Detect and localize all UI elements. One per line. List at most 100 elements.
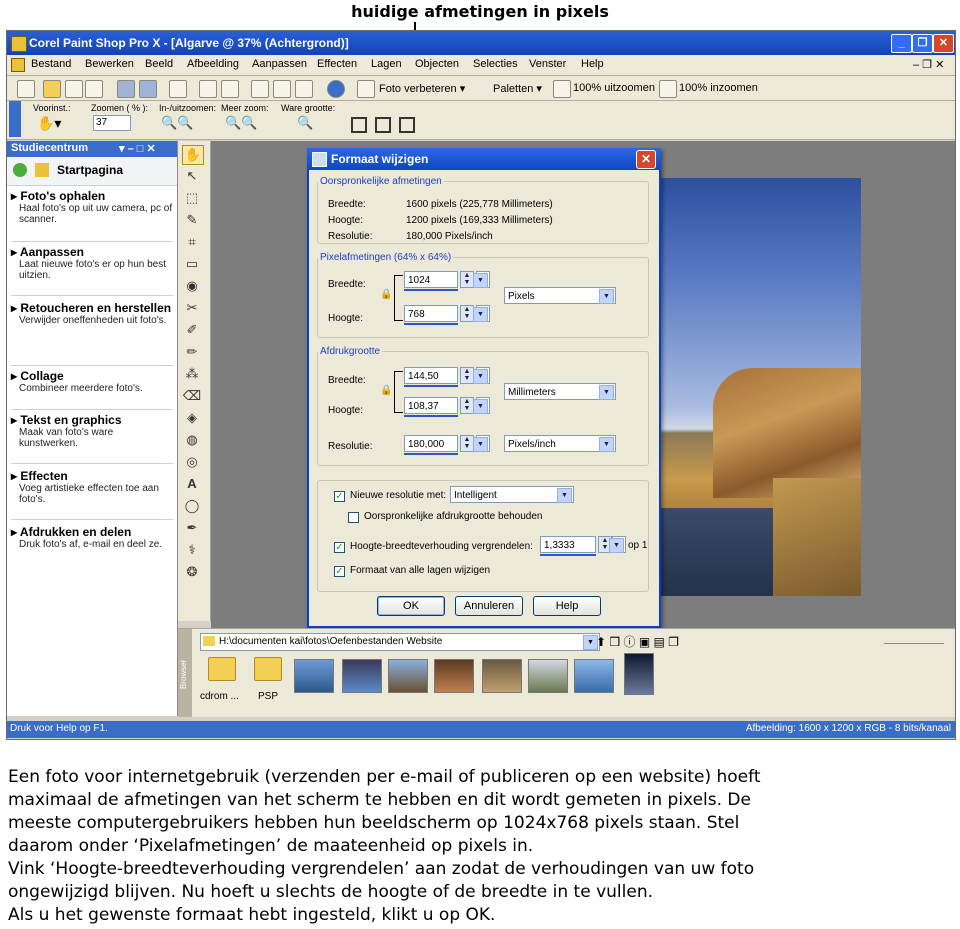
dropper-tool-icon[interactable]: ✎ [182, 211, 202, 229]
warp-tool-icon[interactable]: ⚕ [182, 541, 202, 559]
task-title[interactable]: ▸ Aanpassen [11, 245, 173, 259]
hand-preset-icon[interactable]: ✋▾ [37, 115, 61, 132]
fit-screen-icon[interactable] [399, 117, 415, 133]
new-resolution-checkbox[interactable]: ✓ [334, 491, 345, 502]
zoom-in-icon[interactable] [659, 80, 677, 98]
panel-controls[interactable]: ▾ – □ ✕ [119, 142, 156, 155]
new-file-icon[interactable] [17, 80, 35, 98]
scan-icon[interactable] [85, 80, 103, 98]
selection-tool-icon[interactable]: ⬚ [182, 189, 202, 207]
thumbnail[interactable] [342, 659, 382, 693]
task-retoucheren[interactable]: ▸ Retoucheren en herstellen Verwijder on… [11, 301, 173, 366]
new-window-icon[interactable] [251, 80, 269, 98]
thumbnail[interactable] [294, 659, 334, 693]
task-collage[interactable]: ▸ Collage Combineer meerdere foto's. [11, 369, 173, 410]
copy-icon[interactable] [273, 80, 291, 98]
print-breedte-input[interactable]: 144,50 [404, 367, 458, 384]
open-folder-icon[interactable] [43, 80, 61, 98]
aspect-ratio-input[interactable]: 1,3333 [540, 536, 596, 553]
task-title[interactable]: ▸ Collage [11, 369, 173, 383]
home-icon[interactable] [35, 163, 49, 177]
pixel-hoogte-spinner[interactable]: ▲ ▼ [460, 305, 474, 322]
print-resolutie-input[interactable]: 180,000 [404, 435, 458, 452]
thumbnail-size-slider[interactable] [884, 635, 944, 644]
thumbnail[interactable] [388, 659, 428, 693]
menu-help[interactable]: Help [581, 58, 604, 70]
menu-afbeelding[interactable]: Afbeelding [187, 58, 239, 70]
maximize-button[interactable]: ❐ [912, 34, 933, 53]
minimize-button[interactable]: _ [891, 34, 912, 53]
airbrush-tool-icon[interactable]: ⁂ [182, 365, 202, 383]
redo-icon[interactable] [221, 80, 239, 98]
pixel-breedte-dropdown[interactable]: ▼ [473, 271, 490, 288]
home-label[interactable]: Startpagina [57, 163, 123, 177]
menu-lagen[interactable]: Lagen [371, 58, 402, 70]
folder-icon[interactable] [254, 657, 282, 681]
pixel-breedte-input[interactable]: 1024 [404, 271, 458, 288]
mesh-tool-icon[interactable]: ❂ [182, 563, 202, 581]
text-tool-icon[interactable]: A [182, 475, 202, 493]
browser-path-select[interactable]: H:\documenten kai\fotos\Oefenbestanden W… [200, 633, 600, 651]
aspect-ratio-dropdown[interactable]: ▼ [609, 536, 626, 553]
info-icon[interactable] [327, 80, 345, 98]
thumbnail[interactable] [574, 659, 614, 693]
browse-icon[interactable] [65, 80, 83, 98]
print-hoogte-input[interactable]: 108,37 [404, 397, 458, 414]
zoom-out-100-button[interactable]: 100% uitzoomen [573, 82, 655, 94]
print-hoogte-spinner[interactable]: ▲ ▼ [460, 397, 474, 414]
tool-options-grip[interactable] [9, 101, 21, 137]
print-icon[interactable] [169, 80, 187, 98]
paint-brush-icon[interactable]: ✏ [182, 343, 202, 361]
thumbnail[interactable] [528, 659, 568, 693]
task-afdrukken[interactable]: ▸ Afdrukken en delen Druk foto's af, e-m… [11, 525, 173, 565]
print-breedte-dropdown[interactable]: ▼ [473, 367, 490, 384]
zoom-out-icon[interactable] [553, 80, 571, 98]
foto-verbeteren-button[interactable]: Foto verbeteren ▾ [379, 82, 465, 95]
straighten-tool-icon[interactable]: ▭ [182, 255, 202, 273]
menu-aanpassen[interactable]: Aanpassen [252, 58, 307, 70]
fit-image-icon[interactable] [375, 117, 391, 133]
pan-tool-icon[interactable]: ✋ [182, 145, 204, 165]
resize-all-layers-checkbox[interactable]: ✓ [334, 566, 345, 577]
pixel-unit-select[interactable]: Pixels ▼ [504, 287, 616, 304]
save-icon[interactable] [117, 80, 135, 98]
pixel-breedte-spinner[interactable]: ▲ ▼ [460, 271, 474, 288]
thumbnail[interactable] [624, 653, 654, 695]
folder-icon[interactable] [208, 657, 236, 681]
pixel-hoogte-input[interactable]: 768 [404, 305, 458, 322]
doc-icon[interactable] [11, 58, 25, 72]
menu-beeld[interactable]: Beeld [145, 58, 173, 70]
task-tekst-graphics[interactable]: ▸ Tekst en graphics Maak van foto's ware… [11, 413, 173, 464]
print-resolutie-dropdown[interactable]: ▼ [473, 435, 490, 452]
fit-window-icon[interactable] [351, 117, 367, 133]
dodge-tool-icon[interactable]: ✐ [182, 321, 202, 339]
eraser-tool-icon[interactable]: ⌫ [182, 387, 202, 405]
close-button[interactable]: ✕ [933, 34, 954, 53]
browser-toolbar-icons[interactable]: ⬆ ❒ ⓘ ▣ ▤ ❐ [596, 633, 679, 650]
shape-tool-icon[interactable]: ◯ [182, 497, 202, 515]
red-eye-tool-icon[interactable]: ◉ [182, 277, 202, 295]
more-zoom-icons[interactable]: 🔍🔍 [225, 115, 257, 131]
pixel-hoogte-dropdown[interactable]: ▼ [473, 305, 490, 322]
picture-tube-icon[interactable]: ◎ [182, 453, 202, 471]
pen-tool-icon[interactable]: ✒ [182, 519, 202, 537]
print-unit-select[interactable]: Millimeters ▼ [504, 383, 616, 400]
enhance-icon[interactable] [357, 80, 375, 98]
zoom-input[interactable]: 37 [93, 115, 131, 131]
task-title[interactable]: ▸ Retoucheren en herstellen [11, 301, 173, 315]
paste-icon[interactable] [295, 80, 313, 98]
keep-print-size-checkbox[interactable] [348, 512, 359, 523]
ok-button[interactable]: OK [377, 596, 445, 616]
zoom-inout-icons[interactable]: 🔍🔍 [161, 115, 193, 131]
menu-bewerken[interactable]: Bewerken [85, 58, 134, 70]
fill-tool-icon[interactable]: ◍ [182, 431, 202, 449]
doc-window-controls[interactable]: – ❐ ✕ [913, 58, 944, 71]
menu-venster[interactable]: Venster [529, 58, 566, 70]
print-breedte-spinner[interactable]: ▲ ▼ [460, 367, 474, 384]
dialog-close-button[interactable]: ✕ [636, 150, 656, 169]
save-as-icon[interactable] [139, 80, 157, 98]
color-changer-icon[interactable]: ◈ [182, 409, 202, 427]
menu-bestand[interactable]: Bestand [31, 58, 71, 70]
clone-tool-icon[interactable]: ✂ [182, 299, 202, 317]
menu-objecten[interactable]: Objecten [415, 58, 459, 70]
